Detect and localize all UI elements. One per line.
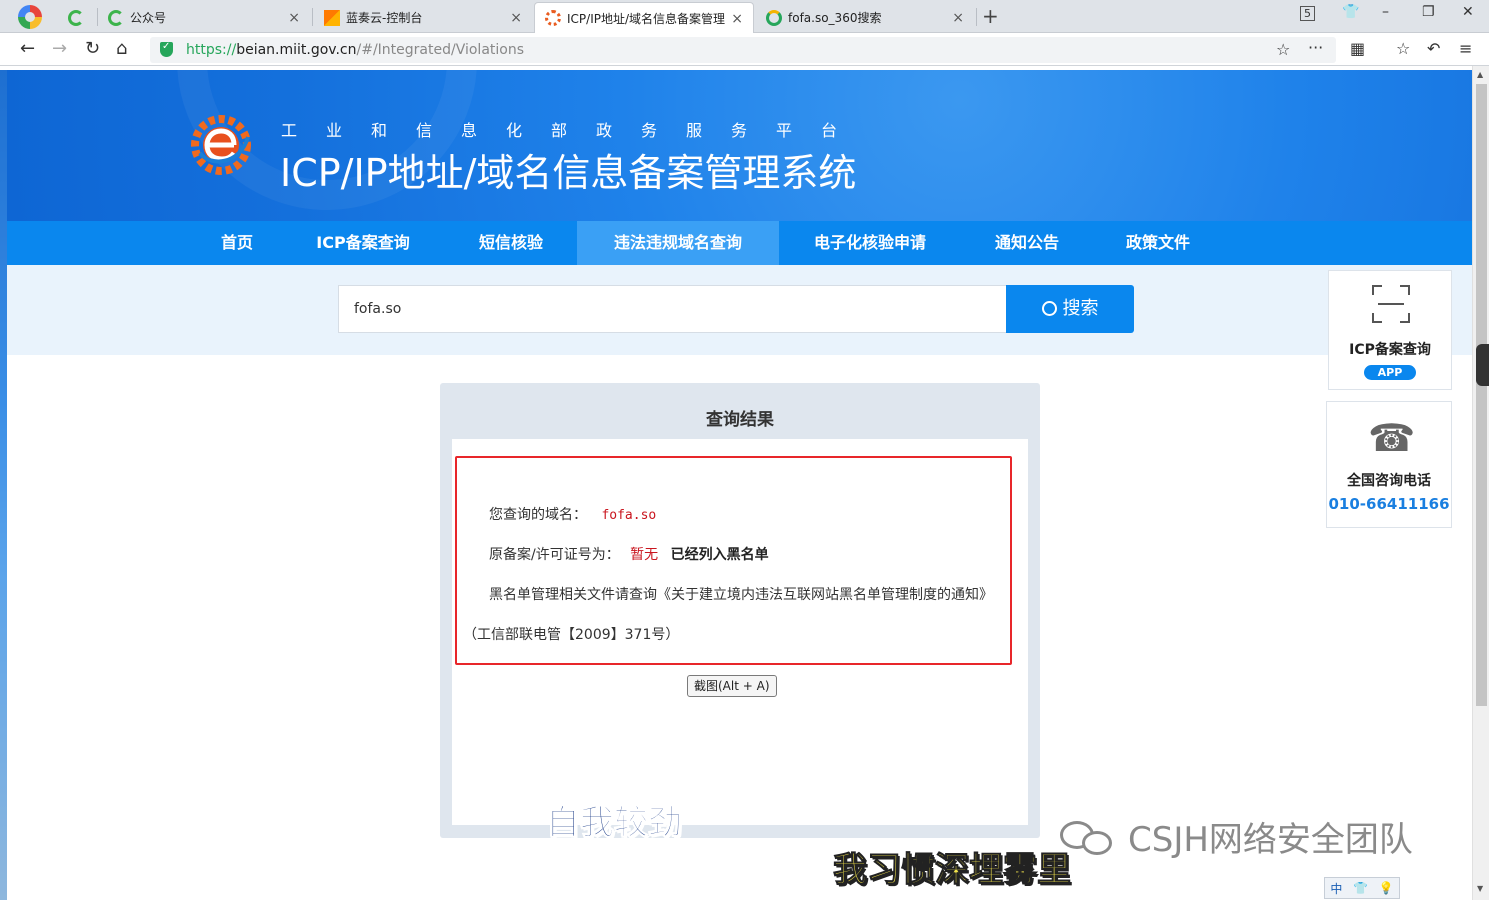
secure-shield-icon bbox=[160, 41, 173, 57]
reload-icon[interactable]: ↻ bbox=[85, 39, 100, 59]
restore-icon[interactable]: ❐ bbox=[1422, 4, 1435, 20]
domain-line: 您查询的域名： fofa.so bbox=[489, 504, 656, 524]
search-band: fofa.so 搜索 bbox=[7, 265, 1472, 355]
scan-icon bbox=[1372, 285, 1410, 323]
tab-count-badge[interactable]: 5 bbox=[1300, 6, 1315, 21]
url-text[interactable]: https://beian.miit.gov.cn/#/Integrated/V… bbox=[186, 42, 524, 58]
app-card-title: ICP备案查询 bbox=[1349, 342, 1431, 358]
result-panel: 查询结果 您查询的域名： fofa.so 原备案/许可证号为： 暂无 已经列入黑… bbox=[440, 383, 1040, 838]
close-icon[interactable]: × bbox=[288, 10, 300, 26]
app-download-card[interactable]: ICP备案查询 APP bbox=[1328, 270, 1452, 390]
nav-item-sms-verify[interactable]: 短信核验 bbox=[455, 221, 567, 265]
blacklist-status: 已经列入黑名单 bbox=[670, 547, 769, 563]
scroll-down-icon[interactable]: ▼ bbox=[1477, 884, 1483, 893]
tab-360-search[interactable]: fofa.so_360搜索 × bbox=[756, 2, 974, 33]
watermark-text: CSJH网络安全团队 bbox=[1128, 820, 1413, 860]
phone-number: 010-66411166 bbox=[1328, 495, 1450, 513]
license-value: 暂无 bbox=[630, 547, 659, 563]
page-scrollbar[interactable]: ▲ ▼ bbox=[1472, 66, 1489, 900]
more-icon[interactable]: ··· bbox=[1308, 38, 1323, 57]
nav-item-home[interactable]: 首页 bbox=[197, 221, 277, 265]
video-caption-top: 自我较劲 bbox=[546, 803, 683, 844]
result-highlight-box: 您查询的域名： fofa.so 原备案/许可证号为： 暂无 已经列入黑名单 黑名… bbox=[455, 456, 1012, 665]
nav-item-notices[interactable]: 通知公告 bbox=[971, 221, 1083, 265]
tab-miit-beian[interactable]: ICP/IP地址/域名信息备案管理 × bbox=[534, 2, 754, 33]
shirt-icon[interactable]: 👕 bbox=[1342, 4, 1359, 20]
watermark: CSJH网络安全团队 bbox=[1060, 812, 1413, 861]
lanzou-icon bbox=[324, 9, 340, 26]
tab-label: ICP/IP地址/域名信息备案管理 bbox=[567, 11, 726, 26]
browser-tab-bar: 公众号 × 蓝奏云-控制台 × ICP/IP地址/域名信息备案管理 × fofa… bbox=[0, 0, 1489, 33]
tab-lanzou[interactable]: 蓝奏云-控制台 × bbox=[314, 2, 532, 33]
side-widget-handle[interactable] bbox=[1476, 344, 1489, 386]
page: 工业和信息化部政务服务平台 ICP/IP地址/域名信息备案管理系统 首页 ICP… bbox=[7, 70, 1472, 900]
apps-grid-icon[interactable]: ▦ bbox=[1350, 39, 1365, 58]
license-line: 原备案/许可证号为： 暂无 已经列入黑名单 bbox=[489, 544, 769, 564]
search-input[interactable]: fofa.so bbox=[338, 285, 1006, 333]
search-button-label: 搜索 bbox=[1062, 298, 1099, 319]
scroll-thumb[interactable] bbox=[1476, 84, 1487, 706]
address-bar: ← → ↻ ⌂ https://beian.miit.gov.cn/#/Inte… bbox=[0, 34, 1489, 66]
close-icon[interactable]: × bbox=[731, 11, 743, 27]
license-label: 原备案/许可证号为： bbox=[489, 547, 620, 563]
close-icon[interactable]: × bbox=[510, 10, 522, 26]
wechat-icon bbox=[1060, 817, 1116, 857]
ime-bulb-icon[interactable]: 💡 bbox=[1379, 881, 1394, 895]
domain-label: 您查询的域名： bbox=[489, 507, 587, 523]
nav-item-violations-query[interactable]: 违法违规域名查询 bbox=[577, 221, 779, 265]
phone-icon: ☎ bbox=[1368, 416, 1416, 460]
nav-item-e-verify-apply[interactable]: 电子化核验申请 bbox=[789, 221, 951, 265]
close-icon[interactable]: × bbox=[952, 10, 964, 26]
policy-text: 黑名单管理相关文件请查询《关于建立境内违法互联网站黑名单管理制度的通知》 bbox=[489, 587, 993, 603]
ime-skin-icon[interactable]: 👕 bbox=[1353, 881, 1368, 895]
miit-gear-icon bbox=[545, 10, 561, 26]
favorites-icon[interactable]: ☆ bbox=[1396, 39, 1410, 58]
minimize-icon[interactable]: – bbox=[1382, 4, 1389, 20]
menu-icon[interactable]: ≡ bbox=[1459, 39, 1472, 58]
domain-value: fofa.so bbox=[601, 508, 657, 523]
360search-icon bbox=[766, 9, 782, 26]
scroll-up-icon[interactable]: ▲ bbox=[1477, 70, 1483, 79]
home-icon[interactable]: ⌂ bbox=[116, 39, 127, 59]
browser-logo-icon[interactable] bbox=[18, 5, 42, 29]
back-icon[interactable]: ← bbox=[20, 39, 35, 59]
result-body: 您查询的域名： fofa.so 原备案/许可证号为： 暂无 已经列入黑名单 黑名… bbox=[452, 439, 1028, 825]
site-header: 工业和信息化部政务服务平台 ICP/IP地址/域名信息备案管理系统 bbox=[7, 70, 1472, 221]
star-icon[interactable]: ☆ bbox=[1276, 40, 1290, 59]
ime-mode[interactable]: 中 bbox=[1330, 880, 1342, 897]
tab-label: 公众号 bbox=[130, 11, 167, 25]
nav-item-icp-query[interactable]: ICP备案查询 bbox=[292, 221, 434, 265]
miit-e-logo-icon bbox=[191, 115, 251, 175]
policy-ref: （工信部联电管【2009】371号） bbox=[463, 627, 680, 643]
undo-icon[interactable]: ↶ bbox=[1427, 39, 1440, 58]
search-icon bbox=[1041, 301, 1057, 316]
search-button[interactable]: 搜索 bbox=[1006, 285, 1134, 333]
ime-toolbar[interactable]: 中 👕 💡 bbox=[1324, 877, 1400, 899]
nav-item-policies[interactable]: 政策文件 bbox=[1102, 221, 1214, 265]
main-nav: 首页 ICP备案查询 短信核验 违法违规域名查询 电子化核验申请 通知公告 政策… bbox=[7, 221, 1472, 265]
tab-label: fofa.so_360搜索 bbox=[788, 11, 882, 25]
result-title: 查询结果 bbox=[706, 410, 774, 430]
phone-card-title: 全国咨询电话 bbox=[1347, 473, 1431, 489]
window-close-icon[interactable]: ✕ bbox=[1462, 4, 1474, 20]
new-tab-button[interactable]: + bbox=[982, 4, 999, 28]
tab-label: 蓝奏云-控制台 bbox=[346, 11, 423, 25]
video-caption-bottom: 我习惯深埋雾里 bbox=[833, 850, 1072, 891]
app-badge: APP bbox=[1364, 365, 1416, 380]
tab-pinned[interactable] bbox=[58, 2, 94, 33]
360-green-icon bbox=[108, 9, 124, 26]
360-green-icon bbox=[68, 9, 84, 26]
phone-card: ☎ 全国咨询电话 010-66411166 bbox=[1326, 401, 1452, 528]
tab-gongzhonghao[interactable]: 公众号 × bbox=[98, 2, 310, 33]
screenshot-button[interactable]: 截图(Alt + A) bbox=[687, 675, 777, 697]
desktop-edge bbox=[0, 70, 7, 900]
url-field[interactable]: https://beian.miit.gov.cn/#/Integrated/V… bbox=[150, 37, 1336, 63]
site-title: ICP/IP地址/域名信息备案管理系统 bbox=[280, 151, 857, 195]
site-subtitle: 工业和信息化部政务服务平台 bbox=[281, 121, 867, 140]
forward-icon[interactable]: → bbox=[52, 39, 67, 59]
